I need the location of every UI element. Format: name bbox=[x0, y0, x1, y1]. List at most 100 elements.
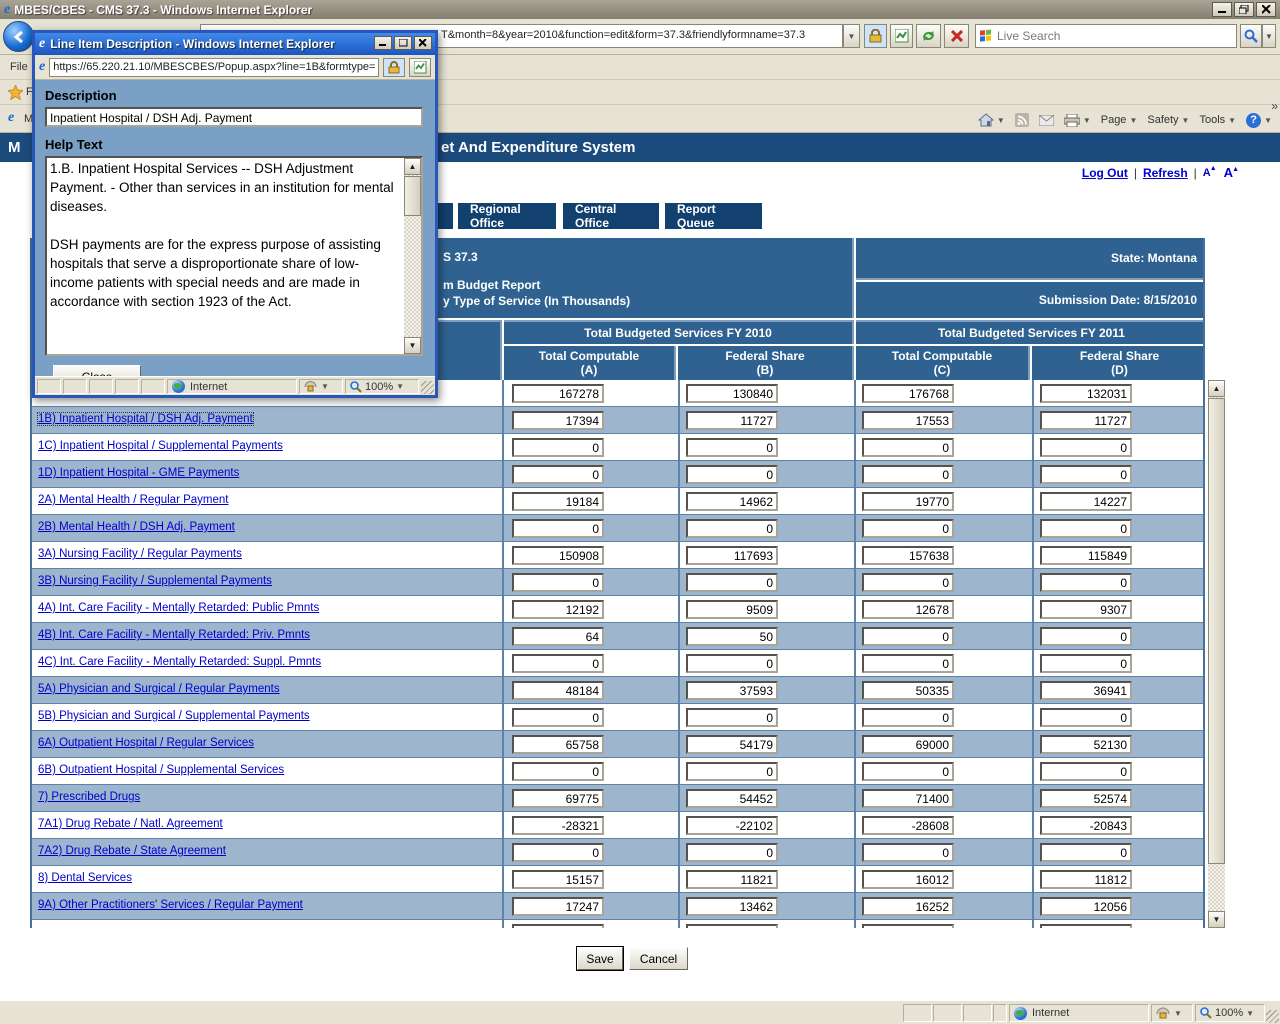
line-item-link[interactable]: 7A1) Drug Rebate / Natl. Agreement bbox=[38, 818, 223, 830]
safety-menu[interactable]: Safety▼ bbox=[1147, 114, 1189, 126]
value-input-a[interactable] bbox=[512, 924, 604, 928]
line-item-link[interactable]: 4B) Int. Care Facility - Mentally Retard… bbox=[38, 629, 310, 641]
value-input-a[interactable]: 0 bbox=[512, 843, 604, 862]
value-input-a[interactable]: 17247 bbox=[512, 897, 604, 916]
value-input-a[interactable]: 64 bbox=[512, 627, 604, 646]
value-input-a[interactable]: 48184 bbox=[512, 681, 604, 700]
value-input-c[interactable]: 176768 bbox=[862, 384, 954, 403]
value-input-b[interactable]: 14962 bbox=[686, 492, 778, 511]
search-button[interactable] bbox=[1240, 24, 1262, 48]
value-input-b[interactable]: 37593 bbox=[686, 681, 778, 700]
tab-report-queue[interactable]: Report Queue bbox=[665, 203, 762, 229]
line-item-link[interactable]: 8) Dental Services bbox=[38, 872, 132, 884]
read-mail-button[interactable] bbox=[1039, 115, 1054, 126]
line-item-link[interactable]: 4C) Int. Care Facility - Mentally Retard… bbox=[38, 656, 321, 668]
line-item-link[interactable]: 5B) Physician and Surgical / Supplementa… bbox=[38, 710, 310, 722]
favorites-star-icon[interactable] bbox=[8, 85, 23, 100]
description-input[interactable]: Inpatient Hospital / DSH Adj. Payment bbox=[45, 107, 423, 127]
value-input-b[interactable]: 0 bbox=[686, 843, 778, 862]
value-input-a[interactable]: 0 bbox=[512, 708, 604, 727]
value-input-d[interactable]: 36941 bbox=[1040, 681, 1132, 700]
search-dropdown-button[interactable]: ▼ bbox=[1262, 24, 1276, 48]
table-scrollbar[interactable]: ▲ ▼ bbox=[1208, 380, 1225, 928]
value-input-a[interactable]: 17394 bbox=[512, 411, 604, 430]
refresh-link[interactable]: Refresh bbox=[1143, 166, 1188, 180]
value-input-d[interactable]: 0 bbox=[1040, 465, 1132, 484]
line-item-link[interactable]: 3B) Nursing Facility / Supplemental Paym… bbox=[38, 575, 272, 587]
value-input-d[interactable]: 0 bbox=[1040, 573, 1132, 592]
value-input-c[interactable]: 16012 bbox=[862, 870, 954, 889]
value-input-c[interactable]: 16252 bbox=[862, 897, 954, 916]
value-input-d[interactable] bbox=[1040, 924, 1132, 928]
back-button[interactable] bbox=[3, 21, 34, 52]
value-input-d[interactable]: 115849 bbox=[1040, 546, 1132, 565]
tools-menu[interactable]: Tools▼ bbox=[1199, 114, 1236, 126]
value-input-c[interactable]: 17553 bbox=[862, 411, 954, 430]
value-input-b[interactable]: 54452 bbox=[686, 789, 778, 808]
feeds-button[interactable] bbox=[1015, 113, 1029, 127]
popup-zoom-segment[interactable]: 100% ▼ bbox=[345, 379, 419, 394]
value-input-d[interactable]: 11812 bbox=[1040, 870, 1132, 889]
value-input-b[interactable]: 0 bbox=[686, 654, 778, 673]
value-input-d[interactable]: 52574 bbox=[1040, 789, 1132, 808]
value-input-a[interactable]: 0 bbox=[512, 438, 604, 457]
line-item-link[interactable]: 2B) Mental Health / DSH Adj. Payment bbox=[38, 521, 235, 533]
value-input-c[interactable]: 0 bbox=[862, 573, 954, 592]
value-input-b[interactable]: 130840 bbox=[686, 384, 778, 403]
value-input-a[interactable]: 0 bbox=[512, 654, 604, 673]
line-item-link[interactable]: 3A) Nursing Facility / Regular Payments bbox=[38, 548, 242, 560]
value-input-d[interactable]: 9307 bbox=[1040, 600, 1132, 619]
value-input-d[interactable]: 11727 bbox=[1040, 411, 1132, 430]
value-input-c[interactable]: 50335 bbox=[862, 681, 954, 700]
line-item-link[interactable]: 7) Prescribed Drugs bbox=[38, 791, 140, 803]
page-menu[interactable]: Page▼ bbox=[1101, 114, 1138, 126]
value-input-c[interactable]: 0 bbox=[862, 519, 954, 538]
value-input-d[interactable]: 0 bbox=[1040, 654, 1132, 673]
scroll-up-button[interactable]: ▲ bbox=[1208, 380, 1225, 397]
value-input-c[interactable]: 71400 bbox=[862, 789, 954, 808]
help-scrollbar[interactable]: ▲ ▼ bbox=[404, 158, 421, 354]
value-input-a[interactable]: -28321 bbox=[512, 816, 604, 835]
print-button[interactable]: ▼ bbox=[1064, 114, 1091, 127]
value-input-a[interactable]: 0 bbox=[512, 762, 604, 781]
line-item-link[interactable]: 6A) Outpatient Hospital / Regular Servic… bbox=[38, 737, 254, 749]
value-input-c[interactable]: 157638 bbox=[862, 546, 954, 565]
popup-maximize-button[interactable] bbox=[394, 36, 412, 50]
help-scroll-up-button[interactable]: ▲ bbox=[404, 158, 421, 175]
value-input-c[interactable]: 69000 bbox=[862, 735, 954, 754]
line-item-link[interactable]: 6B) Outpatient Hospital / Supplemental S… bbox=[38, 764, 284, 776]
value-input-d[interactable]: 0 bbox=[1040, 627, 1132, 646]
value-input-b[interactable]: 11727 bbox=[686, 411, 778, 430]
line-item-link[interactable]: 1B) Inpatient Hospital / DSH Adj. Paymen… bbox=[38, 413, 253, 425]
popup-minimize-button[interactable] bbox=[374, 36, 392, 50]
value-input-c[interactable]: 0 bbox=[862, 708, 954, 727]
value-input-b[interactable]: 9509 bbox=[686, 600, 778, 619]
value-input-d[interactable]: 132031 bbox=[1040, 384, 1132, 403]
compatibility-view-icon[interactable] bbox=[890, 24, 913, 48]
line-item-link[interactable]: 5A) Physician and Surgical / Regular Pay… bbox=[38, 683, 280, 695]
help-menu[interactable]: ? ▼ bbox=[1246, 113, 1272, 128]
value-input-a[interactable]: 0 bbox=[512, 465, 604, 484]
value-input-a[interactable]: 0 bbox=[512, 573, 604, 592]
popup-protected-mode-segment[interactable]: ▼ bbox=[299, 379, 343, 394]
value-input-b[interactable]: 0 bbox=[686, 573, 778, 592]
value-input-d[interactable]: 14227 bbox=[1040, 492, 1132, 511]
protected-mode-segment[interactable]: ▼ bbox=[1151, 1004, 1193, 1022]
tab-central-office[interactable]: Central Office bbox=[563, 203, 659, 229]
value-input-b[interactable]: 0 bbox=[686, 438, 778, 457]
value-input-b[interactable]: 0 bbox=[686, 762, 778, 781]
restore-button[interactable] bbox=[1234, 2, 1254, 17]
popup-certificate-icon[interactable] bbox=[409, 58, 431, 77]
value-input-a[interactable]: 15157 bbox=[512, 870, 604, 889]
line-item-link[interactable]: 7A2) Drug Rebate / State Agreement bbox=[38, 845, 226, 857]
value-input-c[interactable]: 0 bbox=[862, 843, 954, 862]
value-input-a[interactable]: 167278 bbox=[512, 384, 604, 403]
value-input-a[interactable]: 150908 bbox=[512, 546, 604, 565]
home-button[interactable]: ▼ bbox=[978, 113, 1005, 127]
value-input-c[interactable] bbox=[862, 924, 954, 928]
value-input-a[interactable]: 0 bbox=[512, 519, 604, 538]
value-input-c[interactable]: 12678 bbox=[862, 600, 954, 619]
line-item-link[interactable]: 9A) Other Practitioners' Services / Regu… bbox=[38, 899, 303, 911]
value-input-c[interactable]: 0 bbox=[862, 762, 954, 781]
value-input-d[interactable]: 0 bbox=[1040, 708, 1132, 727]
